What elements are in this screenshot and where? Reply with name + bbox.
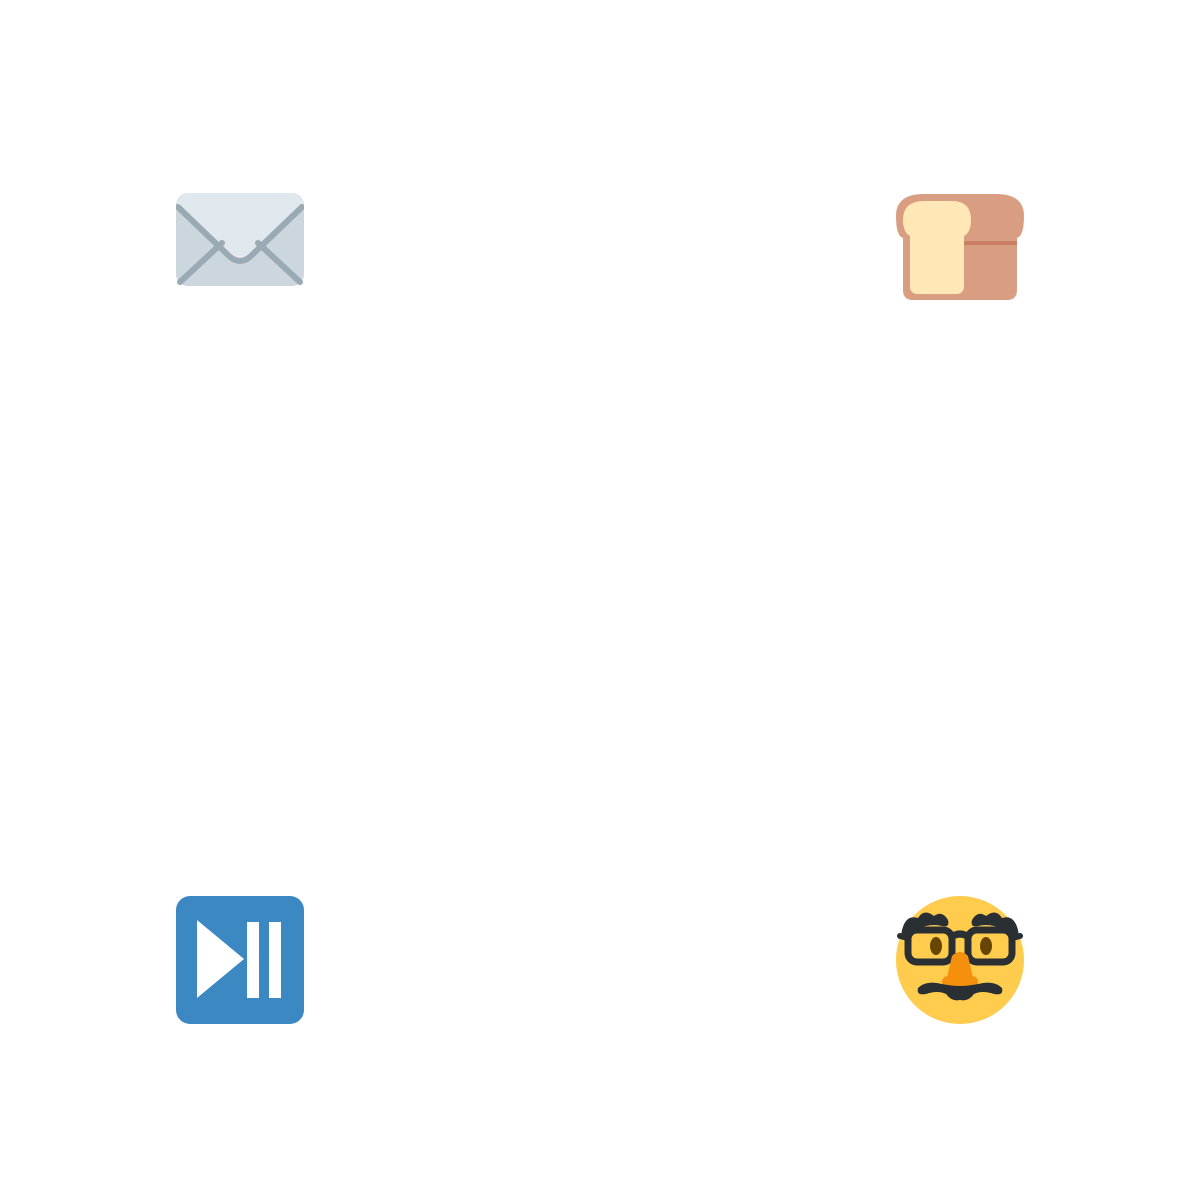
- envelope-icon: [176, 193, 304, 286]
- bread-icon: [896, 194, 1024, 300]
- play-pause-icon: [176, 896, 304, 1024]
- disguised-face-icon: [896, 896, 1024, 1024]
- emoji-grid: [0, 0, 1200, 1200]
